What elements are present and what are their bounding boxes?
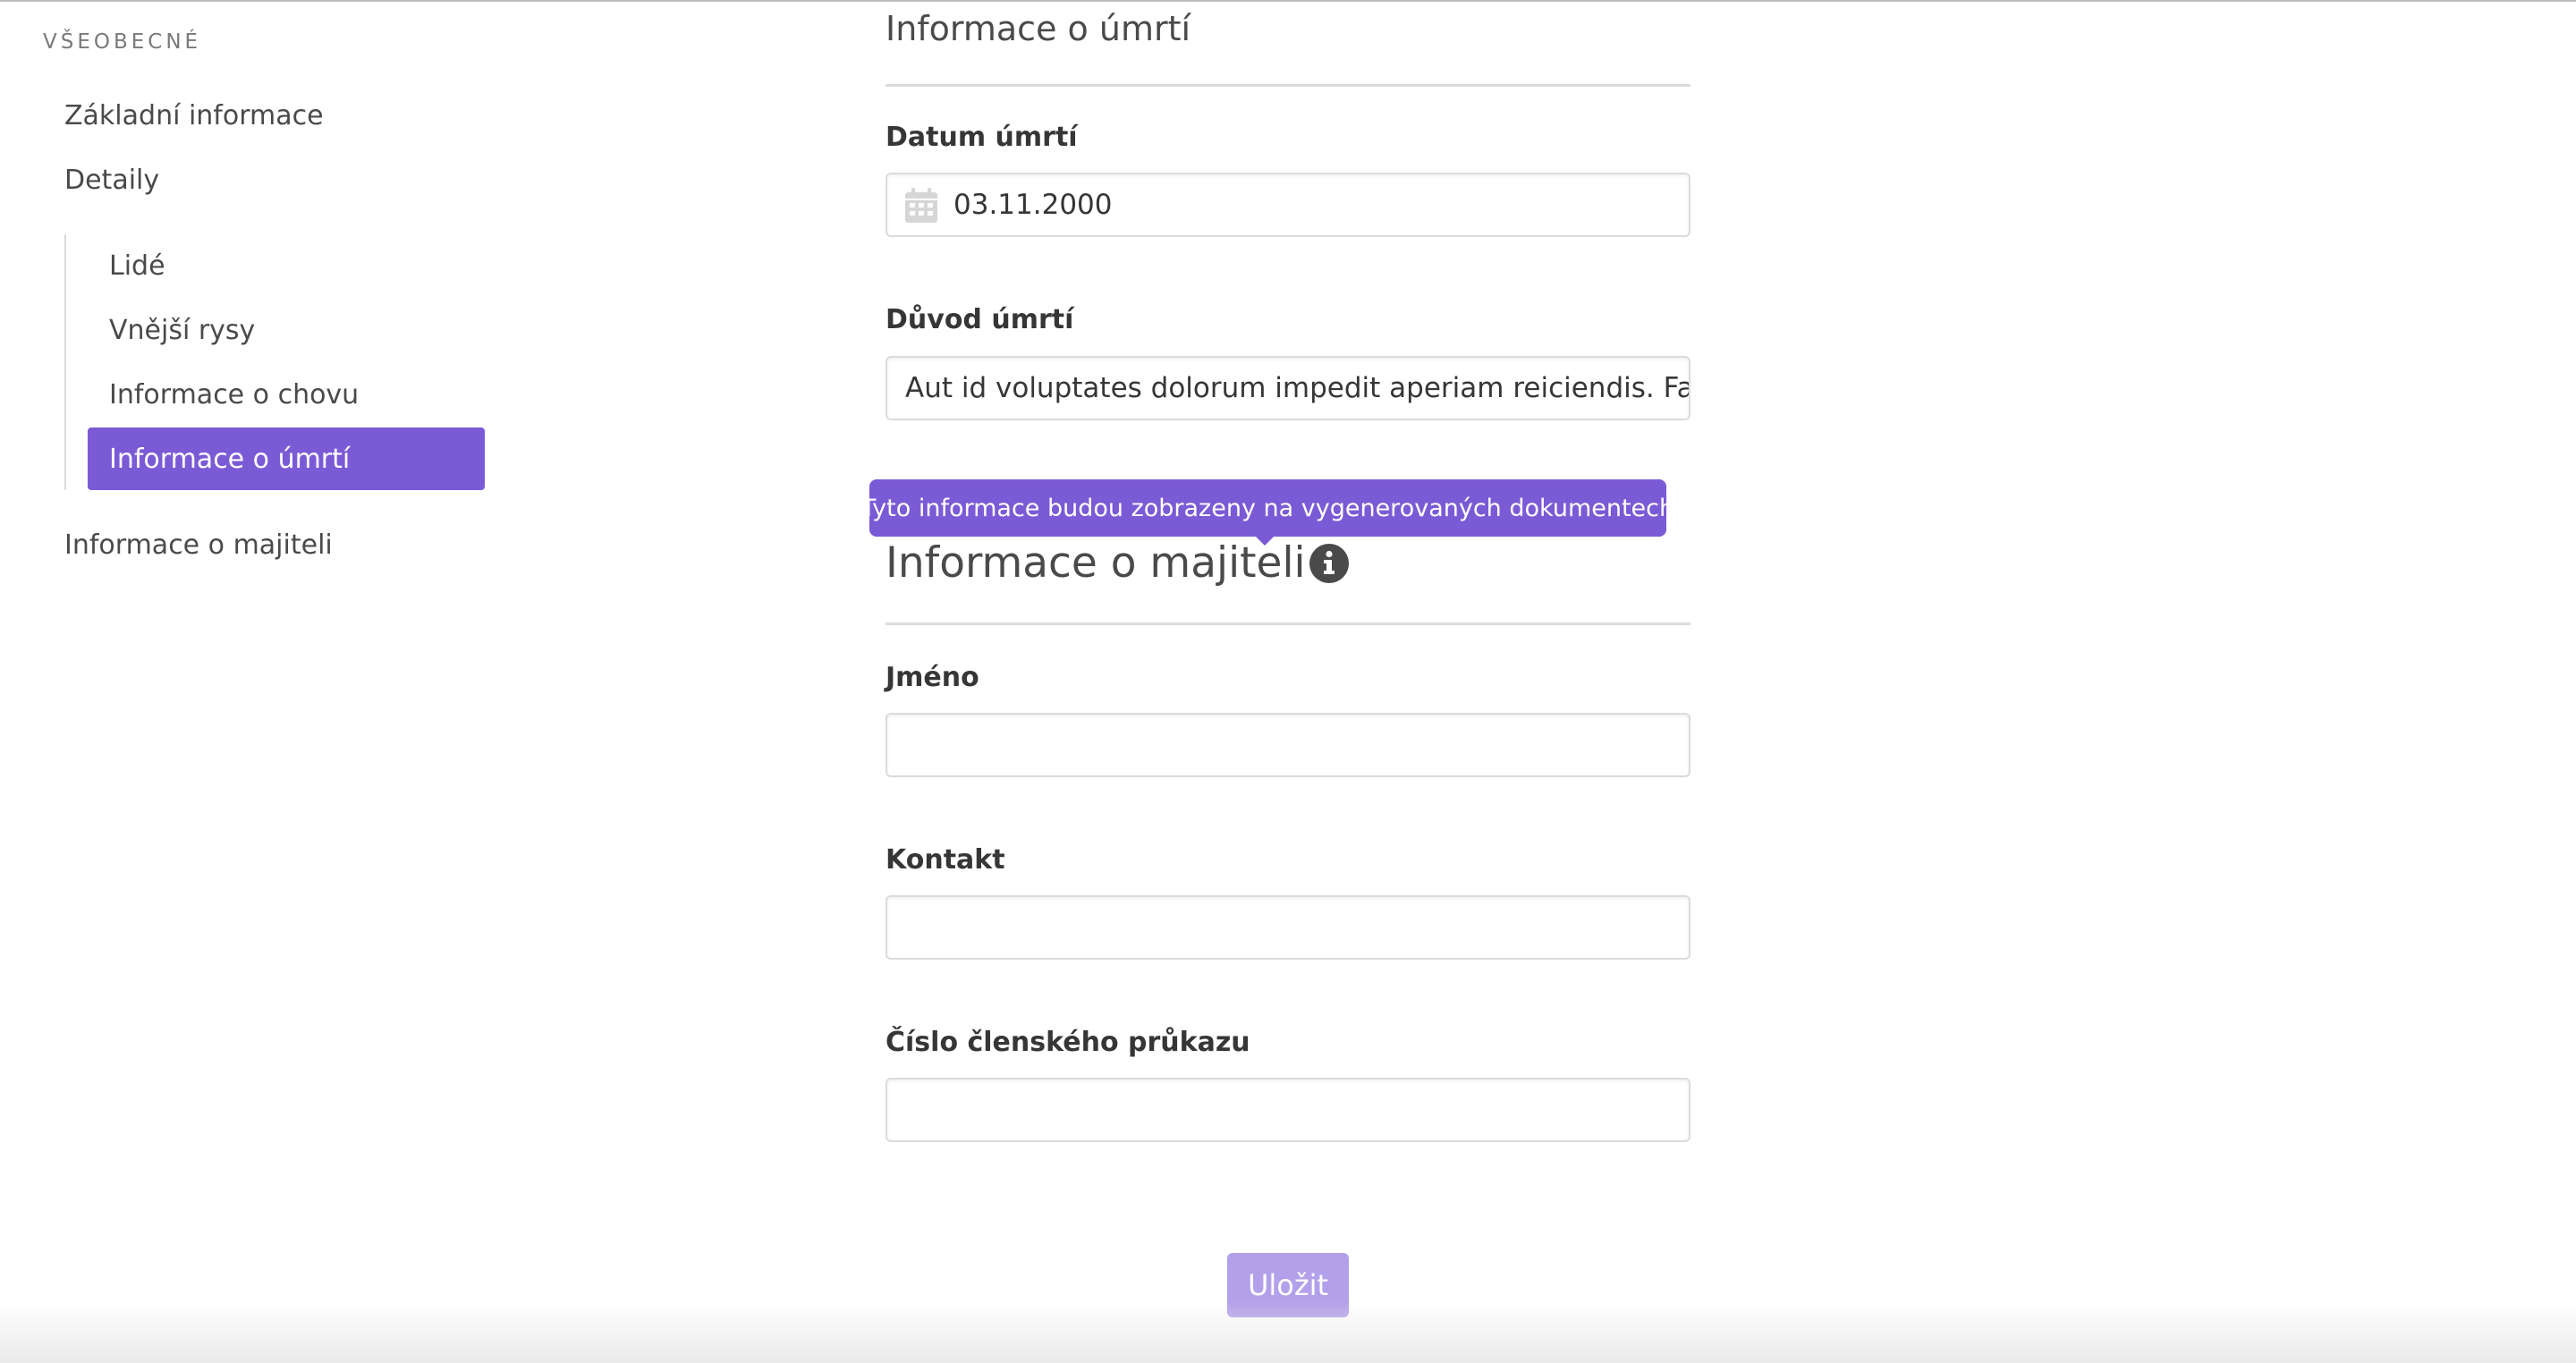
- membership-card-input[interactable]: [886, 1078, 1690, 1142]
- sidebar-subitem-death-info-active[interactable]: Informace o úmrtí: [88, 428, 485, 490]
- death-date-input[interactable]: 03.11.2000: [886, 173, 1690, 237]
- death-date-value: 03.11.2000: [953, 189, 1113, 221]
- death-reason-input[interactable]: Aut id voluptates dolorum impedit aperia…: [886, 356, 1690, 420]
- owner-contact-label: Kontakt: [886, 844, 1005, 876]
- submenu-divider: [64, 234, 66, 490]
- membership-card-label: Číslo členského průkazu: [886, 1027, 1250, 1058]
- info-icon[interactable]: [1308, 542, 1351, 585]
- sidebar-subitem-appearance[interactable]: Vnější rysy: [88, 299, 485, 361]
- detail-form: Informace o úmrtí Datum úmrtí 03.11.2000…: [861, 0, 1690, 1363]
- calendar-icon: [905, 188, 937, 223]
- sidebar-subitem-breeding-info[interactable]: Informace o chovu: [88, 363, 485, 426]
- owner-name-label: Jméno: [886, 662, 979, 693]
- menu-section-label: VŠEOBECNÉ: [43, 30, 202, 54]
- save-button[interactable]: Uložit: [1227, 1253, 1349, 1317]
- info-tooltip: Tyto informace budou zobrazeny na vygene…: [861, 479, 1674, 537]
- death-date-label: Datum úmrtí: [886, 122, 1078, 153]
- sidebar-item-owner-info[interactable]: Informace o majiteli: [64, 522, 333, 567]
- section-title-death: Informace o úmrtí: [886, 9, 1191, 48]
- owner-name-input[interactable]: [886, 713, 1690, 777]
- sidebar-subitem-people[interactable]: Lidé: [88, 234, 485, 297]
- section-divider: [886, 622, 1690, 625]
- section-divider: [886, 84, 1690, 87]
- sidebar-menu: VŠEOBECNÉ Základní informace Detaily Lid…: [0, 0, 537, 626]
- sidebar-item-details[interactable]: Detaily: [64, 157, 159, 202]
- owner-section-title-text: Informace o majiteli: [886, 538, 1306, 588]
- death-reason-value: Aut id voluptates dolorum impedit aperia…: [905, 372, 1690, 404]
- sidebar-item-basic-info[interactable]: Základní informace: [64, 93, 324, 138]
- section-title-owner: Informace o majiteli: [886, 538, 1351, 588]
- death-reason-label: Důvod úmrtí: [886, 304, 1074, 335]
- owner-contact-input[interactable]: [886, 895, 1690, 960]
